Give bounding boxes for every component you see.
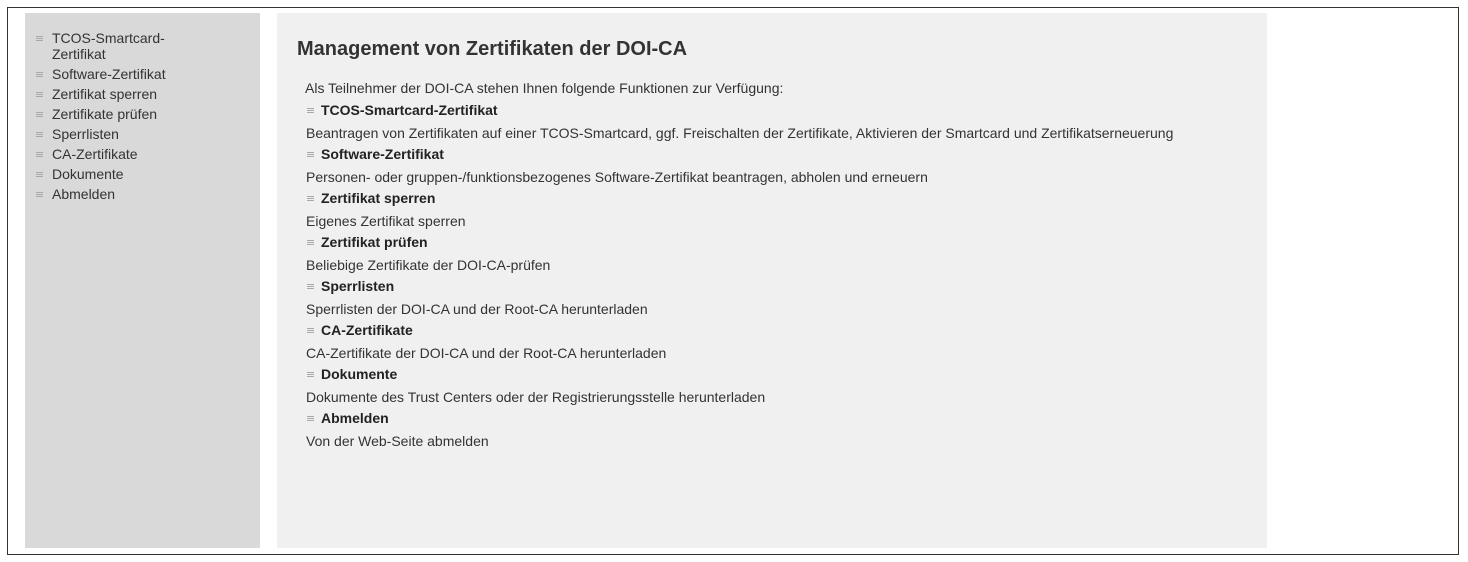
function-item-tcos-smartcard-zertifikat: TCOS-Smartcard-Zertifikat Beantragen von… (305, 101, 1267, 143)
bullet-icon (36, 192, 43, 197)
bullet-icon (307, 284, 314, 289)
function-title-text: CA-Zertifikate (321, 322, 413, 338)
page-frame: TCOS-Smartcard-Zertifikat Software-Zerti… (7, 7, 1459, 555)
function-description: Von der Web-Seite abmelden (306, 433, 489, 449)
sidebar-item-label: TCOS-Smartcard-Zertifikat (52, 30, 165, 62)
sidebar-item-label: Sperrlisten (52, 126, 119, 142)
function-item-abmelden: Abmelden Von der Web-Seite abmelden (305, 409, 1267, 451)
sidebar-nav: TCOS-Smartcard-Zertifikat Software-Zerti… (25, 13, 260, 548)
function-description: Beliebige Zertifikate der DOI-CA-prüfen (306, 257, 551, 273)
function-title: Sperrlisten (305, 277, 1267, 295)
sidebar-item-label: Abmelden (52, 186, 116, 202)
function-title: Zertifikat sperren (305, 189, 1267, 207)
function-item-dokumente: Dokumente Dokumente des Trust Centers od… (305, 365, 1267, 407)
bullet-icon (36, 132, 43, 137)
bullet-icon (307, 372, 314, 377)
function-item-ca-zertifikate: CA-Zertifikate CA-Zertifikate der DOI-CA… (305, 321, 1267, 363)
bullet-icon (307, 416, 314, 421)
function-title-text: Zertifikat sperren (321, 190, 436, 206)
bullet-icon (36, 72, 43, 77)
function-title-text: Software-Zertifikat (321, 146, 444, 162)
function-title: TCOS-Smartcard-Zertifikat (305, 101, 1267, 119)
function-description: Eigenes Zertifikat sperren (306, 213, 466, 229)
function-title: Zertifikat prüfen (305, 233, 1267, 251)
function-title-text: Abmelden (321, 410, 389, 426)
function-description: Beantragen von Zertifikaten auf einer TC… (306, 125, 1174, 141)
sidebar-list: TCOS-Smartcard-Zertifikat Software-Zerti… (36, 30, 260, 202)
intro-text: Als Teilnehmer der DOI-CA stehen Ihnen f… (305, 80, 784, 96)
bullet-icon (36, 112, 43, 117)
sidebar-item-tcos-smartcard-zertifikat[interactable]: TCOS-Smartcard-Zertifikat (36, 30, 260, 62)
sidebar-item-zertifikat-sperren[interactable]: Zertifikat sperren (36, 86, 260, 102)
function-list: TCOS-Smartcard-Zertifikat Beantragen von… (297, 101, 1267, 451)
bullet-icon (36, 92, 43, 97)
sidebar-item-ca-zertifikate[interactable]: CA-Zertifikate (36, 146, 260, 162)
sidebar-item-label: Zertifikate prüfen (52, 106, 158, 122)
function-title-text: TCOS-Smartcard-Zertifikat (321, 102, 498, 118)
function-description: CA-Zertifikate der DOI-CA und der Root-C… (306, 345, 667, 361)
bullet-icon (36, 152, 43, 157)
sidebar-item-label: CA-Zertifikate (52, 146, 138, 162)
function-title-text: Zertifikat prüfen (321, 234, 428, 250)
function-item-software-zertifikat: Software-Zertifikat Personen- oder grupp… (305, 145, 1267, 187)
function-description: Dokumente des Trust Centers oder der Reg… (306, 389, 766, 405)
bullet-icon (307, 108, 314, 113)
function-title-text: Dokumente (321, 366, 398, 382)
function-item-zertifikat-pruefen: Zertifikat prüfen Beliebige Zertifikate … (305, 233, 1267, 275)
sidebar-item-dokumente[interactable]: Dokumente (36, 166, 260, 182)
bullet-icon (307, 196, 314, 201)
function-title: CA-Zertifikate (305, 321, 1267, 339)
sidebar-item-label: Zertifikat sperren (52, 86, 158, 102)
bullet-icon (307, 152, 314, 157)
function-title: Software-Zertifikat (305, 145, 1267, 163)
main-content: Management von Zertifikaten der DOI-CA A… (277, 13, 1267, 548)
function-item-sperrlisten: Sperrlisten Sperrlisten der DOI-CA und d… (305, 277, 1267, 319)
function-item-zertifikat-sperren: Zertifikat sperren Eigenes Zertifikat sp… (305, 189, 1267, 231)
bullet-icon (307, 328, 314, 333)
sidebar-item-label: Dokumente (52, 166, 124, 182)
function-description: Personen- oder gruppen-/funktionsbezogen… (306, 169, 928, 185)
sidebar-item-sperrlisten[interactable]: Sperrlisten (36, 126, 260, 142)
bullet-icon (36, 36, 43, 41)
function-description: Sperrlisten der DOI-CA und der Root-CA h… (306, 301, 648, 317)
page-title: Management von Zertifikaten der DOI-CA (297, 38, 688, 60)
bullet-icon (36, 172, 43, 177)
sidebar-item-software-zertifikat[interactable]: Software-Zertifikat (36, 66, 260, 82)
function-title-text: Sperrlisten (321, 278, 395, 294)
function-title: Abmelden (305, 409, 1267, 427)
sidebar-item-zertifikate-pruefen[interactable]: Zertifikate prüfen (36, 106, 260, 122)
function-title: Dokumente (305, 365, 1267, 383)
bullet-icon (307, 240, 314, 245)
sidebar-item-label: Software-Zertifikat (52, 66, 166, 82)
sidebar-item-abmelden[interactable]: Abmelden (36, 186, 260, 202)
